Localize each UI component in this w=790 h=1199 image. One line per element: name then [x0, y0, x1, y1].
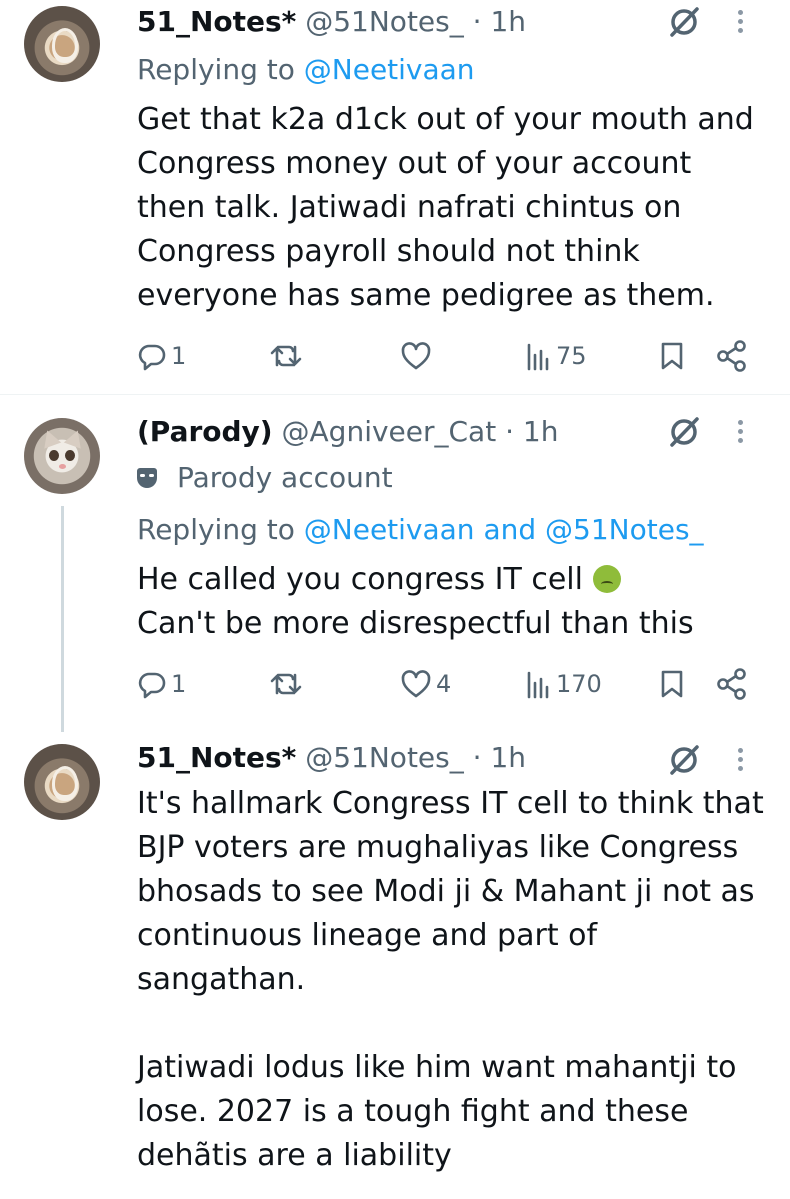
parody-text: Parody account [177, 461, 393, 494]
views-icon [527, 671, 549, 699]
tweet-header: 51_Notes* @51Notes_ · 1h [137, 738, 526, 778]
heart-icon [401, 670, 431, 698]
retweet-button[interactable] [269, 664, 303, 704]
views-button[interactable]: 75 [526, 336, 587, 376]
tweet-text: Get that k2a d1ck out of your mouth and … [137, 102, 754, 313]
views-button[interactable]: 170 [526, 664, 602, 704]
more-options-icon[interactable] [736, 744, 744, 774]
replying-to: Replying to @Neetivaan [137, 50, 475, 90]
replying-prefix: Replying to [137, 513, 304, 546]
tweet-2[interactable]: (Parody) @Agniveer_Cat · 1h Parody accou… [0, 396, 790, 726]
timestamp[interactable]: · 1h [473, 741, 526, 774]
parody-label: Parody account [137, 458, 393, 498]
tweet-1[interactable]: 51_Notes* @51Notes_ · 1h Replying to @Ne… [0, 0, 790, 392]
divider [0, 394, 790, 395]
share-button[interactable] [715, 664, 749, 704]
reply-button[interactable]: 1 [137, 664, 186, 704]
avatar[interactable] [24, 6, 100, 82]
reply-button[interactable]: 1 [137, 336, 186, 376]
tweet-header: 51_Notes* @51Notes_ · 1h [137, 2, 526, 42]
heart-icon [401, 342, 431, 370]
bookmark-button[interactable] [659, 336, 685, 376]
view-count: 75 [556, 342, 587, 370]
reply-icon [138, 344, 166, 371]
reply-count: 1 [171, 670, 187, 698]
tweet-actions: 1 75 [137, 336, 770, 376]
bookmark-button[interactable] [659, 664, 685, 704]
tweet-3[interactable]: 51_Notes* @51Notes_ · 1h It's hallmark C… [0, 726, 790, 1199]
retweet-button[interactable] [269, 336, 303, 376]
tweet-text-line: Can't be more disrespectful than this [137, 606, 694, 641]
display-name[interactable]: (Parody) [137, 415, 273, 448]
reply-icon [138, 672, 166, 699]
replying-link[interactable]: @Neetivaan [304, 53, 475, 86]
grok-icon[interactable] [666, 742, 702, 778]
share-icon [717, 340, 746, 372]
like-button[interactable]: 4 [400, 664, 451, 704]
user-handle[interactable]: @Agniveer_Cat [282, 415, 497, 448]
reply-count: 1 [171, 342, 187, 370]
tweet-text: He called you congress IT cell Can't be … [137, 558, 694, 646]
mask-icon [137, 468, 157, 488]
replying-link[interactable]: @Neetivaan and @51Notes_ [304, 513, 704, 546]
grok-icon[interactable] [666, 414, 702, 450]
replying-to: Replying to @Neetivaan and @51Notes_ [137, 510, 704, 550]
timestamp[interactable]: · 1h [505, 415, 558, 448]
user-handle[interactable]: @51Notes_ [305, 5, 464, 38]
tweet-text: It's hallmark Congress IT cell to think … [137, 786, 764, 1173]
like-button[interactable] [400, 336, 432, 376]
nauseated-emoji-icon [592, 565, 621, 593]
share-button[interactable] [715, 336, 749, 376]
display-name[interactable]: 51_Notes* [137, 741, 296, 774]
tweet-actions: 1 4 170 [137, 664, 770, 704]
more-options-icon[interactable] [736, 6, 744, 36]
bookmark-icon [661, 670, 683, 698]
grok-icon[interactable] [666, 4, 702, 40]
avatar[interactable] [24, 744, 100, 820]
replying-prefix: Replying to [137, 53, 304, 86]
thread-line [61, 506, 64, 732]
like-count: 4 [436, 670, 452, 698]
timestamp[interactable]: · 1h [473, 5, 526, 38]
user-handle[interactable]: @51Notes_ [305, 741, 464, 774]
share-icon [717, 668, 746, 700]
bookmark-icon [661, 342, 683, 370]
display-name[interactable]: 51_Notes* [137, 5, 296, 38]
tweet-text-line: He called you congress IT cell [137, 562, 593, 597]
views-icon [527, 343, 549, 371]
tweet-header: (Parody) @Agniveer_Cat · 1h [137, 412, 558, 452]
retweet-icon [270, 345, 302, 367]
retweet-icon [270, 673, 302, 695]
view-count: 170 [556, 670, 602, 698]
avatar[interactable] [24, 418, 100, 494]
more-options-icon[interactable] [736, 416, 744, 446]
